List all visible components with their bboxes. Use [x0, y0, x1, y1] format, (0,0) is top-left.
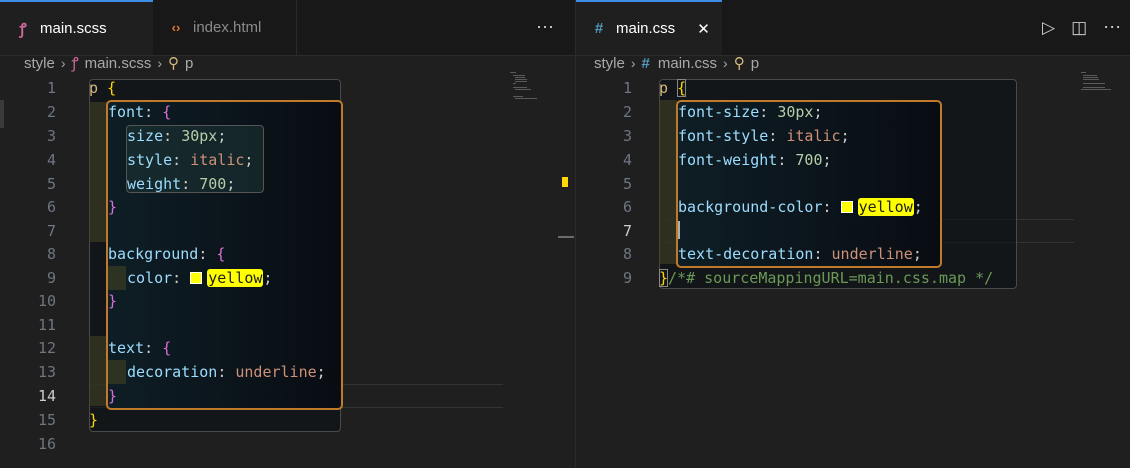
line-number: 15	[37, 411, 56, 429]
code-line: style: italic;	[127, 151, 254, 169]
line-number: 7	[46, 222, 56, 240]
chevron-right-icon: ›	[157, 55, 162, 71]
css-icon: #	[641, 54, 650, 72]
css-icon: #	[594, 20, 604, 37]
line-number: 11	[37, 316, 56, 334]
breadcrumb-folder[interactable]: style	[594, 55, 625, 72]
line-number: 16	[37, 435, 56, 453]
code-line: background: {	[108, 245, 226, 263]
breadcrumb-symbol[interactable]: p	[185, 55, 193, 72]
chevron-right-icon: ›	[723, 55, 728, 71]
line-number: 6	[622, 198, 632, 216]
indent-guide	[108, 266, 126, 290]
code-line: p {	[659, 79, 687, 97]
chevron-right-icon: ›	[630, 55, 636, 71]
right-editor-pane: # main.css ✕ ▷ ◫ ⋯ style › # main.css › …	[576, 0, 1130, 468]
tab-label: main.css	[616, 20, 676, 37]
line-number: 9	[46, 269, 56, 287]
selector-icon: ⚲	[733, 55, 745, 72]
line-number: 8	[46, 245, 56, 263]
code-line: weight: 700;	[127, 175, 236, 193]
line-number-current: 7	[622, 222, 632, 240]
code-line: color: yellow;	[127, 269, 273, 287]
close-icon[interactable]: ✕	[697, 20, 710, 38]
more-actions-icon[interactable]: ⋯	[1103, 17, 1121, 38]
code-line: text-decoration: underline;	[678, 245, 922, 263]
line-number: 5	[46, 175, 56, 193]
code-line: font-style: italic;	[678, 127, 850, 145]
line-number: 2	[46, 103, 56, 121]
code-line: }	[108, 292, 118, 310]
line-number: 4	[46, 151, 56, 169]
breadcrumb: style › ꝭ main.scss › ⚲ p	[24, 52, 193, 74]
indent-guide	[89, 336, 107, 406]
left-editor-pane: ꝭ main.scss ‹› index.html ⋯ style › ꝭ ma…	[0, 0, 575, 468]
breadcrumb: style › # main.css › ⚲ p	[594, 52, 759, 74]
code-line: }	[108, 198, 118, 216]
split-editor-icon[interactable]: ◫	[1071, 18, 1087, 38]
breadcrumb-folder[interactable]: style	[24, 55, 55, 72]
code-line: background-color: yellow;	[678, 198, 923, 216]
line-number: 3	[46, 127, 56, 145]
html-icon: ‹›	[171, 20, 181, 35]
tab-main-css[interactable]: # main.css ✕	[576, 0, 722, 55]
line-number: 9	[622, 269, 632, 287]
right-tab-bar: # main.css ✕ ▷ ◫ ⋯	[576, 0, 1130, 56]
sass-icon: ꝭ	[71, 55, 79, 72]
indent-guide	[659, 100, 677, 264]
breadcrumb-symbol[interactable]: p	[751, 55, 759, 72]
line-number: 1	[46, 79, 56, 97]
text-cursor	[678, 221, 680, 239]
tab-index-html[interactable]: ‹› index.html	[153, 0, 297, 55]
line-number: 12	[37, 339, 56, 357]
left-editor-actions: ⋯	[536, 0, 554, 55]
code-line: }	[108, 387, 118, 405]
breadcrumb-file[interactable]: main.scss	[85, 55, 152, 72]
indent-guide	[108, 360, 126, 384]
color-swatch-icon[interactable]	[190, 272, 203, 284]
run-icon[interactable]: ▷	[1042, 18, 1055, 38]
tab-main-scss[interactable]: ꝭ main.scss	[0, 0, 153, 55]
line-number: 1	[622, 79, 632, 97]
selector-icon: ⚲	[168, 55, 179, 72]
tab-label: index.html	[193, 19, 262, 36]
sass-icon: ꝭ	[19, 20, 27, 38]
line-number: 13	[37, 363, 56, 381]
line-number: 4	[622, 151, 632, 169]
line-number: 2	[622, 103, 632, 121]
color-swatch-icon[interactable]	[840, 201, 853, 213]
breadcrumb-file[interactable]: main.css	[658, 55, 717, 72]
line-number: 6	[46, 198, 56, 216]
more-actions-icon[interactable]: ⋯	[536, 17, 554, 38]
left-tab-bar: ꝭ main.scss ‹› index.html ⋯	[0, 0, 575, 56]
code-line: font-size: 30px;	[678, 103, 823, 121]
code-line: size: 30px;	[127, 127, 227, 145]
code-line: }/*# sourceMappingURL=main.css.map */	[659, 269, 994, 287]
code-line: font: {	[108, 103, 172, 121]
chevron-right-icon: ›	[60, 55, 66, 71]
indent-guide	[89, 102, 107, 242]
tab-label: main.scss	[40, 20, 107, 37]
code-line: }	[89, 411, 99, 429]
css-editor[interactable]: 1 2 3 4 5 6 7 8 9 p { font-size: 30px; f…	[576, 78, 1130, 468]
code-line: font-weight: 700;	[678, 151, 832, 169]
line-number: 10	[37, 292, 56, 310]
line-number: 8	[622, 245, 632, 263]
code-line: decoration: underline;	[127, 363, 326, 381]
code-line: text: {	[108, 339, 172, 357]
code-line: p {	[89, 79, 117, 97]
right-editor-actions: ▷ ◫ ⋯	[1042, 0, 1121, 55]
scss-editor[interactable]: 1 2 3 4 5 6 7 8 9 10 11 12 13 14 15 16 p…	[0, 78, 575, 468]
line-number: 5	[622, 175, 632, 193]
line-number: 3	[622, 127, 632, 145]
line-number-current: 14	[37, 387, 56, 405]
